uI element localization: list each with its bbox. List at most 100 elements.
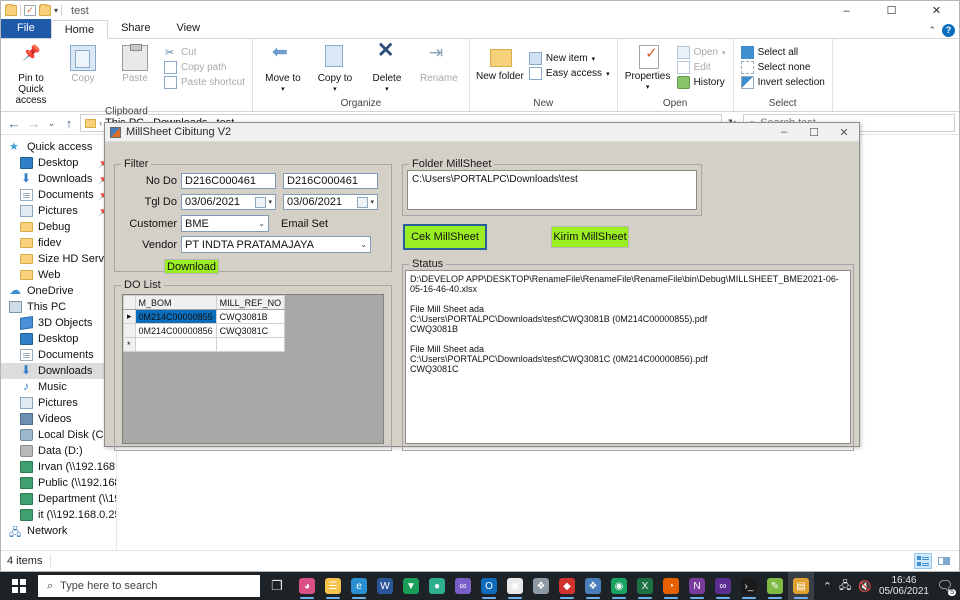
nav-item-desktop[interactable]: Desktop [1, 331, 116, 347]
copy-to-button[interactable]: Copy to ▾ [309, 41, 361, 95]
taskbar-firefox-icon[interactable]: ◔ [658, 572, 684, 600]
table-row[interactable]: 0M214C00000856 CWQ3081C [123, 323, 286, 338]
copy-button[interactable]: Copy [57, 41, 109, 84]
chevron-down-icon[interactable]: ▾ [722, 49, 726, 57]
notifications-icon[interactable]: 🗨 5 [936, 578, 956, 596]
cell-m-bom[interactable]: 0M214C00000855 [134, 309, 217, 324]
tab-file[interactable]: File [1, 19, 51, 38]
tab-share[interactable]: Share [108, 19, 163, 38]
recent-locations-chevron-down-icon[interactable]: ⌄ [45, 118, 58, 129]
nav-item-network[interactable]: Network [1, 523, 116, 543]
properties-button[interactable]: Properties ▾ [622, 41, 674, 93]
chevron-down-icon[interactable]: ⌄ [258, 219, 265, 228]
folder-path-input[interactable]: C:\Users\PORTALPC\Downloads\test [407, 170, 697, 210]
nav-item-3d-objects[interactable]: 3D Objects [1, 315, 116, 331]
edit-button[interactable]: Edit [674, 60, 729, 75]
taskbar-teamviewer-icon[interactable]: ▼ [398, 572, 424, 600]
task-view-icon[interactable]: ❐ [260, 572, 294, 600]
chevron-down-icon[interactable]: ▾ [606, 70, 610, 78]
nav-item-videos[interactable]: Videos [1, 411, 116, 427]
properties-icon[interactable]: ✓ [24, 5, 36, 16]
chevron-down-icon[interactable]: ▾ [646, 82, 650, 93]
nav-item-onedrive[interactable]: OneDrive [1, 283, 116, 299]
chevron-down-icon[interactable]: ▾ [268, 198, 272, 206]
details-view-icon[interactable] [914, 553, 932, 569]
nav-item-pictures[interactable]: Pictures [1, 395, 116, 411]
nav-item-fidev[interactable]: fidev [1, 235, 116, 251]
network-icon[interactable]: 🖧 [839, 577, 851, 596]
cell-m-bom[interactable] [134, 337, 217, 352]
nav-item-irvan-192-168-1-1[interactable]: Irvan (\\192.168.1.1: [1, 459, 116, 475]
close-button[interactable]: ✕ [914, 1, 959, 20]
cell-m-bom[interactable]: 0M214C00000856 [134, 323, 217, 338]
new-item-button[interactable]: New item ▾ [526, 51, 613, 66]
nav-item-web[interactable]: Web [1, 267, 116, 283]
table-row[interactable]: ▸ 0M214C00000855 CWQ3081B [123, 309, 286, 324]
taskbar-chrome-icon[interactable]: ◉ [606, 572, 632, 600]
nav-item-public-192-168-1[interactable]: Public (\\192.168.1. [1, 475, 116, 491]
invert-selection-button[interactable]: Invert selection [738, 75, 828, 90]
download-button[interactable]: Download [164, 259, 219, 274]
taskbar-anydesk-icon[interactable]: ● [424, 572, 450, 600]
taskbar-word-icon[interactable]: W [372, 572, 398, 600]
taskbar-notepad-icon[interactable]: ✎ [762, 572, 788, 600]
tab-view[interactable]: View [163, 19, 213, 38]
chevron-down-icon[interactable]: ▾ [592, 55, 596, 63]
vendor-select[interactable]: PT INDTA PRATAMAJAYA ⌄ [181, 236, 371, 253]
chevron-down-icon[interactable]: ▾ [385, 84, 389, 95]
taskbar-edge-icon[interactable]: e [346, 572, 372, 600]
select-all-button[interactable]: Select all [738, 45, 828, 60]
cell-mill-ref-no[interactable] [215, 337, 286, 352]
delete-button[interactable]: Delete ▾ [361, 41, 413, 95]
cell-mill-ref-no[interactable]: CWQ3081B [215, 309, 286, 324]
history-button[interactable]: History [674, 75, 729, 90]
chevron-down-icon[interactable]: ▾ [333, 84, 337, 95]
column-header-m-bom[interactable]: M_BOM [134, 295, 217, 310]
customize-caret-icon[interactable]: ▾ [54, 5, 58, 16]
taskbar-infinity-icon[interactable]: ∞ [450, 572, 476, 600]
chevron-down-icon[interactable]: ⌄ [360, 240, 367, 249]
taskbar-media-player-icon[interactable]: ◉ [502, 572, 528, 600]
pin-to-quick-access-button[interactable]: Pin to Quick access [5, 41, 57, 106]
nav-item-documents[interactable]: Documents📌 [1, 187, 116, 203]
calendar-icon[interactable] [255, 196, 267, 208]
tgl-do-to-datepicker[interactable]: 03/06/2021 ▾ [283, 194, 378, 210]
copy-path-button[interactable]: Copy path [161, 60, 248, 75]
folder-icon[interactable] [5, 4, 17, 16]
do-list-grid[interactable]: M_BOM MILL_REF_NO ▸ 0M214C00000855 CWQ30… [122, 294, 384, 444]
tab-home[interactable]: Home [50, 20, 109, 39]
taskbar-excel-icon[interactable]: X [632, 572, 658, 600]
move-to-button[interactable]: Move to ▾ [257, 41, 309, 95]
paste-button[interactable]: Paste [109, 41, 161, 84]
taskbar-remote-desktop-icon[interactable]: ❖ [528, 572, 554, 600]
new-folder-button[interactable]: New folder [474, 41, 526, 82]
navigation-pane[interactable]: Quick access Desktop📌Downloads📌Documents📌… [1, 135, 117, 550]
nav-item-downloads[interactable]: Downloads [1, 363, 116, 379]
column-header-mill-ref-no[interactable]: MILL_REF_NO [215, 295, 286, 310]
minimize-button[interactable]: – [824, 1, 869, 20]
dialog-maximize-button[interactable]: ☐ [799, 123, 829, 142]
nav-item-size-hd-server[interactable]: Size HD Server [1, 251, 116, 267]
nav-item-local-disk-c[interactable]: Local Disk (C:) [1, 427, 116, 443]
taskbar-monitor-app-icon[interactable]: ❖ [580, 572, 606, 600]
taskbar-photos-icon[interactable]: ◕ [294, 572, 320, 600]
dialog-close-button[interactable]: ✕ [829, 123, 859, 142]
kirim-millsheet-button[interactable]: Kirim MillSheet [551, 226, 629, 248]
taskbar-search-input[interactable]: ⌕ Type here to search [38, 575, 260, 597]
nav-item-debug[interactable]: Debug [1, 219, 116, 235]
new-folder-icon[interactable] [39, 4, 51, 16]
nav-item-desktop[interactable]: Desktop📌 [1, 155, 116, 171]
tgl-do-from-datepicker[interactable]: 03/06/2021 ▾ [181, 194, 276, 210]
nav-item-pictures[interactable]: Pictures📌 [1, 203, 116, 219]
nav-item-music[interactable]: Music [1, 379, 116, 395]
nav-item-quick-access[interactable]: Quick access [1, 139, 116, 155]
help-icon[interactable]: ? [942, 24, 955, 37]
start-button[interactable] [0, 572, 38, 600]
nav-item-downloads[interactable]: Downloads📌 [1, 171, 116, 187]
taskbar-file-explorer-icon[interactable]: ☰ [320, 572, 346, 600]
taskbar-millsheet-app-icon[interactable]: ▤ [788, 572, 814, 600]
taskbar-red-app-icon[interactable]: ◆ [554, 572, 580, 600]
cell-mill-ref-no[interactable]: CWQ3081C [215, 323, 286, 338]
chevron-up-icon[interactable]: ⌃ [823, 580, 832, 593]
cek-millsheet-button[interactable]: Cek MillSheet [403, 224, 487, 250]
